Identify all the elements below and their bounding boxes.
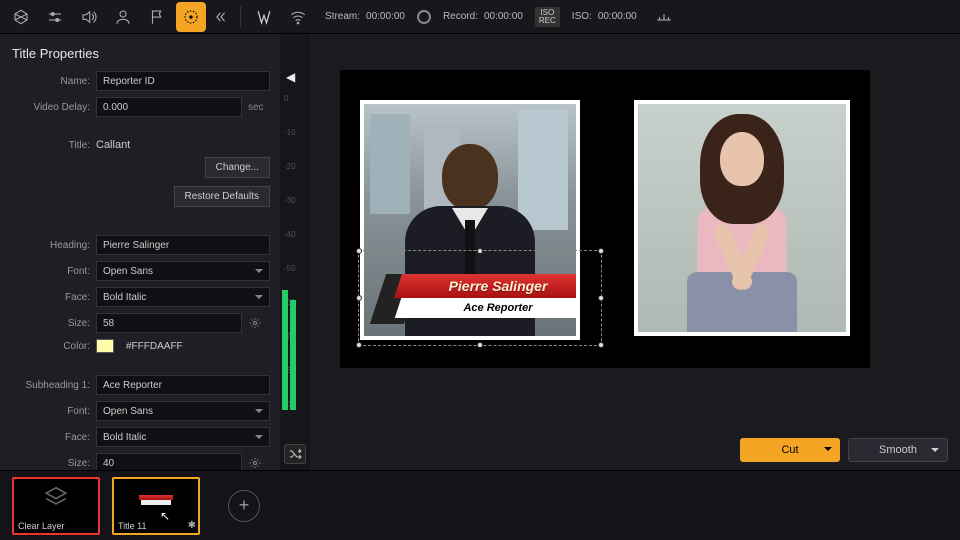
add-tile-button[interactable]: + [228,490,260,522]
layers-icon [43,485,69,514]
selection-handles[interactable] [358,250,602,346]
person-guest [687,114,797,336]
sub-font-label: Font: [10,406,90,417]
color-hex: #FFFDAAFF [126,341,183,352]
top-toolbar: Stream: 00:00:00 Record: 00:00:00 ISO RE… [0,0,960,34]
iso-badge[interactable]: ISO REC [535,7,560,27]
collapse-panel-icon[interactable] [210,2,232,32]
tile-gear-icon[interactable]: ✱ [188,520,196,531]
title-label: Title: [10,140,90,151]
ruler-tick: 0 [284,94,288,103]
title-icon[interactable] [176,2,206,32]
record-dot-icon[interactable] [417,10,431,24]
record-time: 00:00:00 [484,11,523,22]
sub-size-input[interactable] [96,453,242,470]
font-label: Font: [10,266,90,277]
mouse-cursor-icon: ↖ [160,509,170,523]
ruler-tick: -50 [284,264,296,273]
iso-label: ISO: [572,11,592,22]
ruler-tick: -30 [284,196,296,205]
tile-title-11[interactable]: Title 11 ✱ ↖ [112,477,200,535]
tile-label: Title 11 [118,521,147,531]
layer-shelf: Clear Layer Title 11 ✱ ↖ + [0,470,960,540]
face-select[interactable]: Bold Italic [96,287,270,307]
size-gear-icon[interactable] [248,316,262,330]
program-monitor[interactable]: Pierre Salinger Ace Reporter [340,70,870,368]
properties-panel: Title Properties Name: Video Delay: sec … [0,34,280,470]
iso-time: 00:00:00 [598,11,637,22]
sub-label: Subheading 1: [10,380,90,391]
delay-label: Video Delay: [10,102,90,113]
shuffle-icon[interactable] [284,444,306,464]
meter-level-left [282,290,288,410]
name-input[interactable] [96,71,270,91]
transition-row: Cut Smooth [740,438,948,462]
heading-label: Heading: [10,240,90,251]
flag-icon[interactable] [142,2,172,32]
delay-unit: sec [248,102,264,113]
record-label: Record: [443,11,478,22]
person-icon[interactable] [108,2,138,32]
tile-clear-layer[interactable]: Clear Layer [12,477,100,535]
sub-face-label: Face: [10,432,90,443]
color-swatch[interactable] [96,339,114,353]
title-value: Callant [96,139,130,151]
tile-thumb [139,495,173,505]
font-select[interactable]: Open Sans [96,261,270,281]
smooth-button[interactable]: Smooth [848,438,948,462]
audio-meter: ◀ 0-10-20-30-40-50-60-70-80-90 [280,34,310,470]
tile-label: Clear Layer [18,521,65,531]
stream-label: Stream: [325,11,360,22]
panel-title: Title Properties [12,46,270,61]
source-icon[interactable] [6,2,36,32]
audio-icon[interactable] [74,2,104,32]
timeline-icon[interactable] [649,2,679,32]
delay-input[interactable] [96,97,242,117]
face-label: Face: [10,292,90,303]
change-button[interactable]: Change... [205,157,270,178]
sub-input[interactable] [96,375,270,395]
ruler-tick: -20 [284,162,296,171]
meter-level-right [290,300,296,410]
sub-size-label: Size: [10,458,90,469]
preview-area: Pierre Salinger Ace Reporter [310,34,960,470]
sub-size-gear-icon[interactable] [248,456,262,470]
record-status: Record: 00:00:00 [443,11,523,22]
color-label: Color: [10,341,90,352]
ruler-tick: -10 [284,128,296,137]
size-label: Size: [10,318,90,329]
sliders-icon[interactable] [40,2,70,32]
stream-status: Stream: 00:00:00 [325,11,405,22]
size-input[interactable] [96,313,242,333]
sub-font-select[interactable]: Open Sans [96,401,270,421]
iso-status: ISO: 00:00:00 [572,11,637,22]
playhead-icon[interactable]: ◀ [286,70,295,84]
logo-icon[interactable] [249,2,279,32]
heading-input[interactable] [96,235,270,255]
name-label: Name: [10,76,90,87]
stream-time: 00:00:00 [366,11,405,22]
ruler-tick: -40 [284,230,296,239]
wifi-icon[interactable] [283,2,313,32]
restore-defaults-button[interactable]: Restore Defaults [174,186,270,207]
video-feed-2 [634,100,850,336]
cut-button[interactable]: Cut [740,438,840,462]
sub-face-select[interactable]: Bold Italic [96,427,270,447]
